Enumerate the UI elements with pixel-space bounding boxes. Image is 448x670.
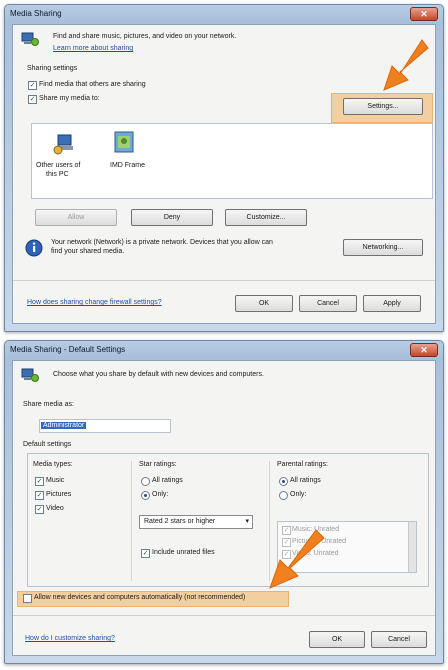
video-checkbox[interactable]: ✓ — [35, 505, 44, 514]
find-media-checkbox[interactable]: ✓ — [28, 81, 37, 90]
users-pc-icon — [53, 134, 73, 155]
find-media-label: Find media that others are sharing — [39, 81, 146, 88]
network-text-line1: Your network (Network) is a private netw… — [51, 239, 273, 246]
allow-button[interactable]: Allow — [35, 209, 117, 226]
parental-all-label: All ratings — [290, 477, 321, 484]
networking-button[interactable]: Networking... — [343, 239, 423, 256]
close-button[interactable]: ✕ — [410, 343, 438, 357]
dialog-body: Find and share music, pictures, and vide… — [12, 24, 436, 324]
music-checkbox[interactable]: ✓ — [35, 477, 44, 486]
title-bar[interactable]: Media Sharing - Default Settings ✕ — [5, 341, 443, 359]
include-unrated-checkbox[interactable]: ✓ — [141, 549, 150, 558]
divider — [13, 615, 435, 616]
settings-button[interactable]: Settings... — [343, 98, 423, 115]
deny-button[interactable]: Deny — [131, 209, 213, 226]
share-media-label: Share my media to: — [39, 95, 100, 102]
title-bar[interactable]: Media Sharing ✕ — [5, 5, 443, 23]
video-label: Video — [46, 505, 64, 512]
pointer-arrow-icon — [269, 529, 325, 589]
learn-more-link[interactable]: Learn more about sharing — [53, 45, 133, 52]
allow-new-devices-label: Allow new devices and computers automati… — [34, 594, 246, 601]
dialog-title: Media Sharing — [10, 9, 62, 18]
dialog-title: Media Sharing - Default Settings — [10, 345, 126, 354]
default-settings-label: Default settings — [23, 441, 72, 448]
allow-new-devices-checkbox[interactable] — [23, 594, 32, 603]
media-types-label: Media types: — [33, 461, 73, 468]
star-ratings-label: Star ratings: — [139, 461, 177, 468]
firewall-link[interactable]: How does sharing change firewall setting… — [27, 299, 162, 306]
customize-sharing-link[interactable]: How do I customize sharing? — [25, 635, 115, 642]
media-sharing-icon — [21, 32, 39, 46]
stars-select[interactable]: Rated 2 stars or higher ▾ — [139, 515, 253, 529]
intro-text: Choose what you share by default with ne… — [53, 371, 264, 378]
share-media-checkbox[interactable]: ✓ — [28, 95, 37, 104]
all-ratings-radio[interactable] — [141, 477, 150, 486]
parental-all-radio[interactable] — [279, 477, 288, 486]
intro-text: Find and share music, pictures, and vide… — [53, 33, 237, 40]
info-icon — [25, 239, 43, 257]
cancel-button[interactable]: Cancel — [371, 631, 427, 648]
apply-button[interactable]: Apply — [363, 295, 421, 312]
divider — [13, 280, 435, 281]
device-list[interactable]: Other users of this PC IMD Frame — [31, 123, 433, 199]
close-button[interactable]: ✕ — [410, 7, 438, 21]
music-label: Music — [46, 477, 65, 484]
network-text-line2: find your shared media. — [51, 248, 125, 255]
dialog-body: Choose what you share by default with ne… — [12, 360, 436, 656]
device-label-line2: this PC — [46, 171, 69, 178]
parental-only-radio[interactable] — [279, 491, 288, 500]
pictures-checkbox[interactable]: ✓ — [35, 491, 44, 500]
share-media-as-label: Share media as: — [23, 401, 74, 408]
default-settings-dialog: Media Sharing - Default Settings ✕ Choos… — [4, 340, 444, 664]
parental-only-label: Only: — [290, 491, 307, 498]
only-ratings-radio[interactable] — [141, 491, 150, 500]
include-unrated-label: Include unrated files — [152, 549, 215, 556]
scrollbar[interactable] — [408, 522, 416, 572]
pictures-label: Pictures — [46, 491, 72, 498]
ok-button[interactable]: OK — [309, 631, 365, 648]
media-sharing-icon — [21, 368, 39, 382]
device-label-line1: Other users of — [36, 162, 81, 169]
chevron-down-icon: ▾ — [245, 518, 249, 525]
share-media-as-input[interactable]: Administrator — [39, 419, 171, 433]
device-label-frame: IMD Frame — [110, 162, 145, 169]
parental-ratings-label: Parental ratings: — [277, 461, 328, 468]
only-label: Only: — [152, 491, 169, 498]
customize-button[interactable]: Customize... — [225, 209, 307, 226]
pointer-arrow-icon — [383, 39, 429, 91]
photo-frame-icon — [114, 131, 134, 153]
all-ratings-label: All ratings — [152, 477, 183, 484]
separator — [131, 461, 132, 581]
ok-button[interactable]: OK — [235, 295, 293, 312]
sharing-settings-label: Sharing settings — [27, 65, 78, 72]
cancel-button[interactable]: Cancel — [299, 295, 357, 312]
